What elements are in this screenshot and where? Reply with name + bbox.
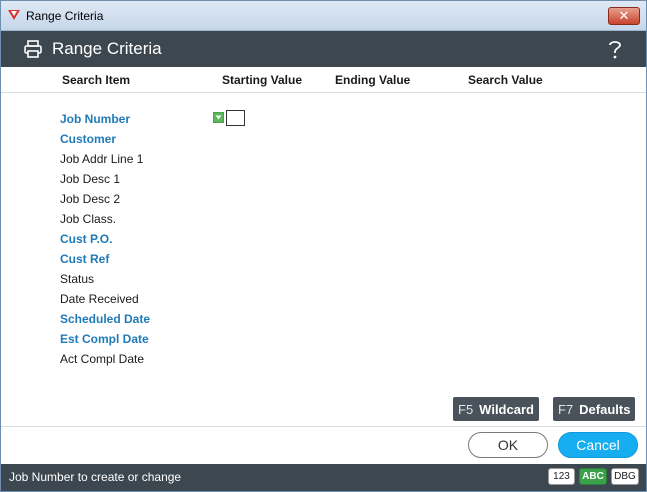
search-item-job-desc-2[interactable]: Job Desc 2: [60, 192, 120, 206]
defaults-button[interactable]: F7 Defaults: [553, 397, 636, 421]
column-header-search-value: Search Value: [468, 73, 543, 87]
search-item-job-number[interactable]: Job Number: [60, 112, 130, 126]
search-item-status[interactable]: Status: [60, 272, 94, 286]
wildcard-key: F5: [458, 401, 474, 417]
search-item-scheduled-date[interactable]: Scheduled Date: [60, 312, 150, 326]
column-header-ending-value: Ending Value: [335, 73, 411, 87]
defaults-key: F7: [558, 401, 574, 417]
range-criteria-window: Range Criteria ✕ Range Criteria Search I…: [0, 0, 647, 492]
dialog-header: Range Criteria: [1, 31, 646, 67]
search-item-job-class[interactable]: Job Class.: [60, 212, 116, 226]
search-item-act-compl-date[interactable]: Act Compl Date: [60, 352, 144, 366]
close-button[interactable]: ✕: [608, 7, 640, 25]
search-item-cust-ref[interactable]: Cust Ref: [60, 252, 109, 266]
search-item-customer[interactable]: Customer: [60, 132, 116, 146]
column-header-search-item: Search Item: [62, 73, 131, 87]
column-headers: Search Item Starting Value Ending Value …: [1, 67, 646, 93]
search-item-job-desc-1[interactable]: Job Desc 1: [60, 172, 120, 186]
starting-value-input-job-number[interactable]: [226, 110, 245, 126]
window-title: Range Criteria: [26, 9, 104, 23]
search-item-date-received[interactable]: Date Received: [60, 292, 139, 306]
search-item-est-compl-date[interactable]: Est Compl Date: [60, 332, 149, 346]
search-item-cust-po[interactable]: Cust P.O.: [60, 232, 112, 246]
wildcard-button[interactable]: F5 Wildcard: [453, 397, 539, 421]
dialog-title: Range Criteria: [52, 39, 162, 58]
search-item-job-addr-line-1[interactable]: Job Addr Line 1: [60, 152, 143, 166]
status-message: Job Number to create or change: [9, 470, 182, 484]
alpha-mode-badge[interactable]: ABC: [579, 468, 607, 485]
defaults-label: Defaults: [579, 401, 631, 417]
close-icon: ✕: [618, 8, 630, 23]
numeric-mode-badge[interactable]: 123: [548, 468, 575, 485]
cancel-button[interactable]: Cancel: [558, 432, 638, 458]
column-header-starting-value: Starting Value: [222, 73, 303, 87]
printer-icon[interactable]: [23, 39, 43, 59]
dropdown-arrow-icon[interactable]: [213, 112, 224, 123]
footer-divider: [1, 426, 646, 427]
status-bar: Job Number to create or change 123 ABC D…: [1, 464, 646, 491]
wildcard-label: Wildcard: [479, 401, 534, 417]
debug-badge[interactable]: DBG: [611, 468, 639, 485]
ok-button[interactable]: OK: [468, 432, 548, 458]
help-icon[interactable]: [606, 38, 624, 60]
app-logo-icon: [8, 10, 20, 20]
window-titlebar: Range Criteria ✕: [1, 1, 646, 31]
